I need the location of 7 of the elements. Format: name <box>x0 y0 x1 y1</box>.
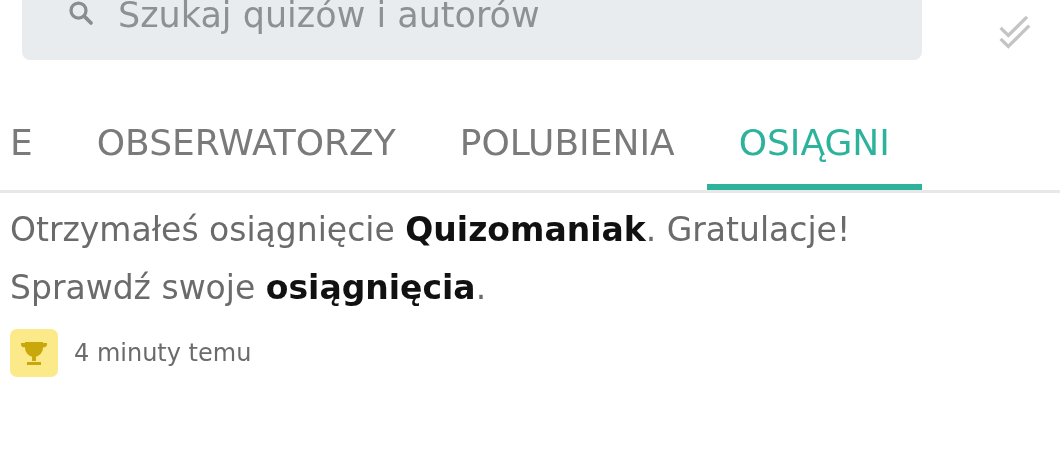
tab[interactable]: OBSERWATORZY <box>64 100 428 190</box>
notification-message: Otrzymałeś osiągnięcie Quizomaniak. Gratulacje! Sprawdź swoje osiągnięcia. <box>10 209 852 309</box>
tab[interactable]: E <box>0 100 65 190</box>
trophy-icon <box>10 329 58 377</box>
tab[interactable]: OSIĄGNI <box>706 100 922 190</box>
tab[interactable]: POLUBIENIA <box>427 100 707 190</box>
notification-time: 4 minuty temu <box>74 339 252 367</box>
